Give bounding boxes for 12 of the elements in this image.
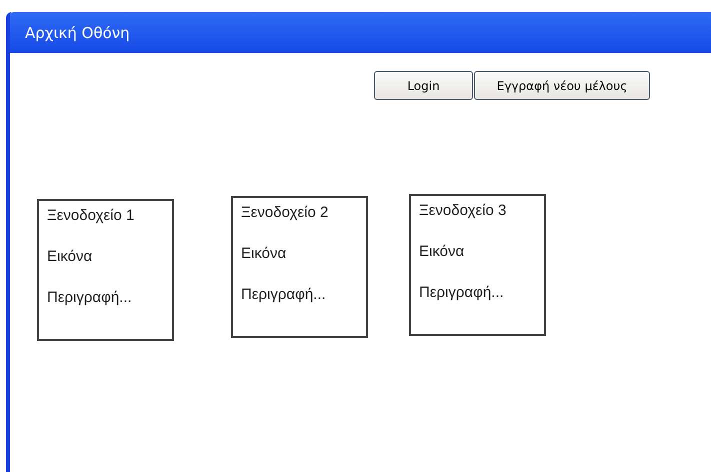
image-label: Εικόνα — [419, 243, 466, 260]
hotel-name: Ξενοδοχείο 2 — [241, 204, 330, 221]
image-label: Εικόνα — [47, 248, 94, 265]
description-text: Περιγραφή... — [419, 284, 505, 301]
hotel-name: Ξενοδοχείο 1 — [47, 207, 136, 224]
window-title: Αρχική Οθόνη — [25, 24, 130, 42]
description-text: Περιγραφή... — [47, 289, 133, 306]
register-button[interactable]: Εγγραφή νέου μέλους — [474, 71, 650, 100]
hotel-name: Ξενοδοχείο 3 — [419, 202, 508, 219]
description-text: Περιγραφή... — [241, 286, 327, 303]
image-label: Εικόνα — [241, 245, 288, 262]
login-button[interactable]: Login — [374, 71, 473, 100]
